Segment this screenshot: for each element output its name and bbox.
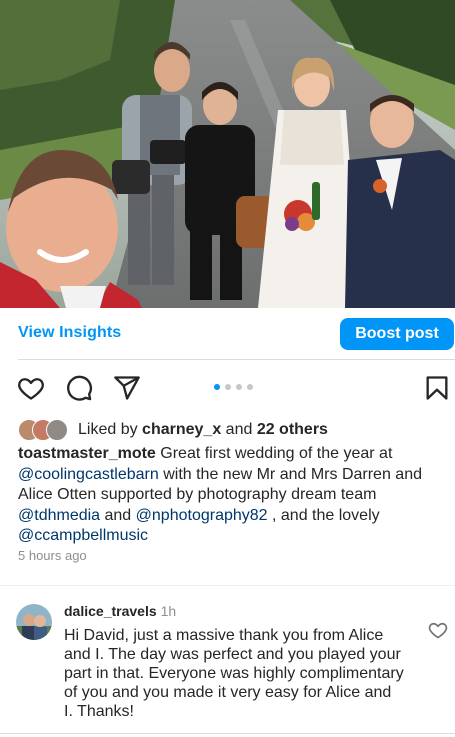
post-caption: toastmaster_mote Great first wedding of … [18, 445, 422, 544]
divider [0, 733, 455, 734]
likes-text: Liked by charney_x and 22 others [78, 421, 328, 438]
carousel-dot [247, 384, 253, 390]
likes-count[interactable]: 22 others [257, 421, 328, 438]
post-timestamp: 5 hours ago [18, 548, 87, 563]
carousel-dot [225, 384, 231, 390]
mention-link[interactable]: @nphotography82 [136, 507, 268, 524]
comment-header: dalice_travels 1h [64, 603, 176, 619]
mention-link[interactable]: @tdhmedia [18, 507, 100, 524]
view-insights-link[interactable]: View Insights [18, 324, 121, 342]
comment-text: Hi David, just a massive thank you from … [64, 627, 404, 720]
comment-icon[interactable] [65, 374, 93, 402]
avatar [46, 419, 68, 441]
insights-bar: View Insights Boost post [0, 308, 455, 360]
liker-avatars [18, 419, 74, 441]
caption-username[interactable]: toastmaster_mote [18, 445, 156, 462]
comment-like-heart-icon[interactable] [428, 620, 448, 640]
bookmark-icon[interactable] [423, 374, 451, 402]
liker-username[interactable]: charney_x [142, 421, 221, 438]
share-icon[interactable] [113, 374, 141, 402]
likes-row[interactable]: Liked by charney_x and 22 others [18, 418, 328, 442]
mention-link[interactable]: @coolingcastlebarn [18, 466, 159, 483]
divider [0, 585, 455, 586]
comment-time: 1h [160, 603, 177, 619]
carousel-dot [236, 384, 242, 390]
heart-icon[interactable] [17, 374, 45, 402]
divider [18, 359, 455, 360]
post-photo[interactable] [0, 0, 455, 308]
boost-post-button[interactable]: Boost post [340, 318, 454, 350]
carousel-dot-active [214, 384, 220, 390]
mention-link[interactable]: @ccampbellmusic [18, 527, 148, 544]
post-actions [0, 372, 455, 408]
commenter-username[interactable]: dalice_travels [64, 603, 157, 619]
carousel-indicator [214, 384, 253, 390]
commenter-avatar[interactable] [16, 604, 52, 640]
